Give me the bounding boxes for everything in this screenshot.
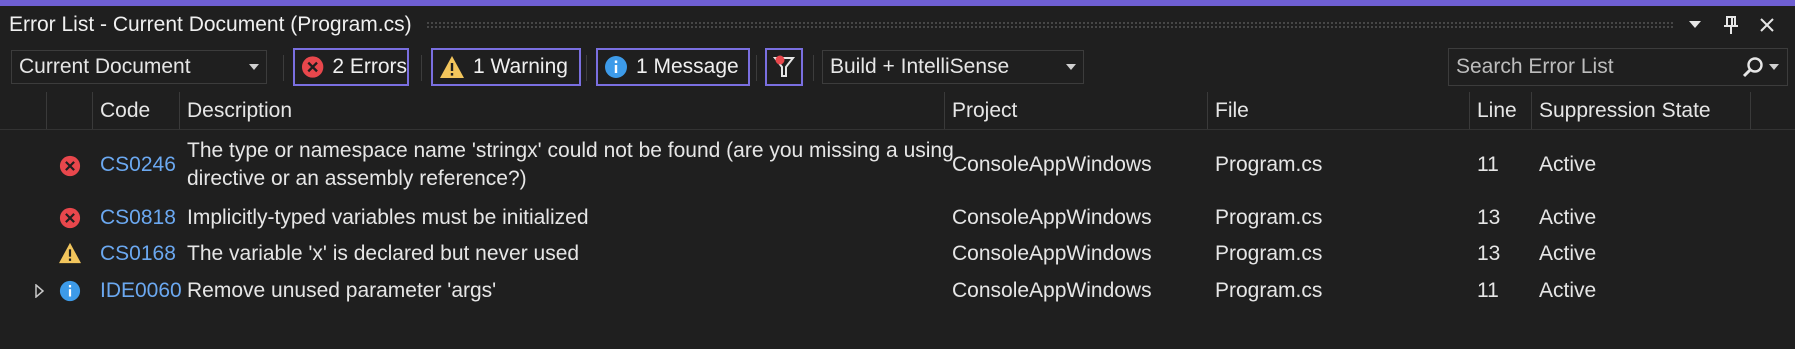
message-project: ConsoleAppWindows bbox=[952, 279, 1152, 302]
chevron-down-icon bbox=[1059, 64, 1083, 70]
info-icon bbox=[605, 56, 627, 78]
search-box[interactable] bbox=[1448, 48, 1788, 86]
column-divider[interactable] bbox=[46, 92, 47, 129]
filter-button[interactable] bbox=[765, 48, 803, 86]
error-icon bbox=[59, 207, 81, 229]
warnings-filter-button[interactable]: 1 Warning bbox=[431, 48, 581, 86]
warning-project: ConsoleAppWindows bbox=[952, 242, 1152, 265]
column-divider[interactable] bbox=[1531, 92, 1532, 129]
error-code-link[interactable]: CS0246 bbox=[100, 134, 176, 196]
close-icon[interactable] bbox=[1759, 17, 1775, 33]
search-options[interactable] bbox=[1741, 55, 1779, 79]
filter-icon bbox=[772, 55, 796, 77]
column-header-file[interactable]: File bbox=[1215, 92, 1249, 129]
warning-icon bbox=[440, 56, 464, 78]
toolbar-separator bbox=[756, 55, 757, 81]
error-project: ConsoleAppWindows bbox=[952, 206, 1152, 229]
column-divider[interactable] bbox=[1750, 92, 1751, 129]
message-description: Remove unused parameter 'args' bbox=[187, 279, 497, 302]
error-icon bbox=[59, 155, 81, 177]
titlebar-drag-grip[interactable] bbox=[425, 21, 1673, 29]
window-options-dropdown-icon[interactable] bbox=[1687, 17, 1703, 33]
column-header-suppression-state[interactable]: Suppression State bbox=[1539, 92, 1711, 129]
column-header-description[interactable]: Description bbox=[187, 92, 292, 129]
messages-filter-label: 1 Message bbox=[636, 55, 739, 78]
error-suppression-state: Active bbox=[1539, 206, 1597, 229]
tool-window-titlebar[interactable]: Error List - Current Document (Program.c… bbox=[0, 6, 1795, 44]
toolbar-separator bbox=[586, 55, 587, 81]
error-line: 11 bbox=[1477, 153, 1499, 176]
errors-filter-label: 2 Errors bbox=[332, 55, 407, 78]
error-code-link[interactable]: CS0818 bbox=[100, 202, 176, 234]
scope-select[interactable]: Current Document bbox=[11, 50, 267, 84]
error-file: Program.cs bbox=[1215, 206, 1323, 229]
window-title: Error List - Current Document (Program.c… bbox=[9, 13, 412, 36]
table-header: Code Description Project File Line Suppr… bbox=[0, 92, 1795, 130]
error-icon bbox=[301, 56, 324, 78]
warnings-filter-label: 1 Warning bbox=[473, 55, 568, 78]
toolbar-separator bbox=[813, 55, 814, 81]
message-file: Program.cs bbox=[1215, 279, 1323, 302]
column-divider[interactable] bbox=[1207, 92, 1208, 129]
table-row[interactable]: CS0168 The variable 'x' is declared but … bbox=[0, 238, 1795, 270]
error-line: 13 bbox=[1477, 206, 1501, 229]
table-row[interactable]: IDE0060 Remove unused parameter 'args' C… bbox=[0, 275, 1795, 307]
error-file: Program.cs bbox=[1215, 153, 1323, 176]
column-header-code[interactable]: Code bbox=[100, 92, 150, 129]
warning-icon bbox=[59, 242, 81, 264]
column-divider[interactable] bbox=[179, 92, 180, 129]
info-icon bbox=[59, 280, 81, 302]
column-divider[interactable] bbox=[944, 92, 945, 129]
message-code-link[interactable]: IDE0060 bbox=[100, 275, 182, 307]
scope-select-value: Current Document bbox=[19, 55, 191, 78]
search-icon bbox=[1742, 57, 1763, 78]
table-row[interactable]: CS0818 Implicitly-typed variables must b… bbox=[0, 202, 1795, 234]
chevron-down-icon bbox=[242, 64, 266, 70]
table-row[interactable]: CS0246 The type or namespace name 'strin… bbox=[0, 134, 1795, 196]
toolbar-separator bbox=[421, 55, 422, 81]
warning-line: 13 bbox=[1477, 242, 1501, 265]
error-description: The type or namespace name 'stringx' cou… bbox=[187, 139, 954, 190]
warning-code-link[interactable]: CS0168 bbox=[100, 238, 176, 270]
expand-chevron-right-icon[interactable] bbox=[35, 284, 44, 298]
messages-filter-button[interactable]: 1 Message bbox=[596, 48, 750, 86]
warning-description: The variable 'x' is declared but never u… bbox=[187, 242, 580, 265]
source-select[interactable]: Build + IntelliSense bbox=[822, 50, 1084, 84]
column-divider[interactable] bbox=[92, 92, 93, 129]
column-header-line[interactable]: Line bbox=[1477, 92, 1517, 129]
error-list-toolbar: Current Document 2 Errors 1 Warning 1 Me… bbox=[0, 48, 1795, 90]
error-description: Implicitly-typed variables must be initi… bbox=[187, 206, 589, 229]
source-select-value: Build + IntelliSense bbox=[830, 55, 1010, 78]
errors-filter-button[interactable]: 2 Errors bbox=[293, 48, 409, 86]
column-divider[interactable] bbox=[1469, 92, 1470, 129]
warning-suppression-state: Active bbox=[1539, 242, 1597, 265]
message-line: 11 bbox=[1477, 279, 1499, 302]
error-project: ConsoleAppWindows bbox=[952, 153, 1152, 176]
column-header-project[interactable]: Project bbox=[952, 92, 1017, 129]
toolbar-separator bbox=[283, 55, 284, 81]
pin-icon[interactable] bbox=[1723, 16, 1739, 34]
error-suppression-state: Active bbox=[1539, 153, 1597, 176]
message-suppression-state: Active bbox=[1539, 279, 1597, 302]
search-input[interactable] bbox=[1449, 54, 1741, 80]
warning-file: Program.cs bbox=[1215, 242, 1323, 265]
chevron-down-icon bbox=[1769, 64, 1779, 70]
